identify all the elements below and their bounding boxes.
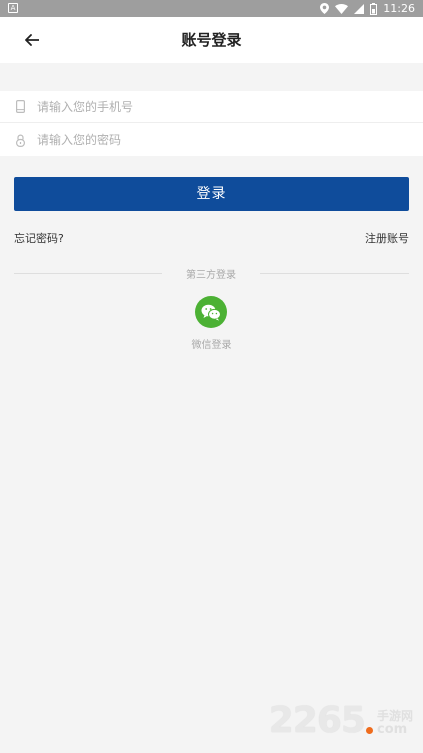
phone-input[interactable] [37, 99, 377, 114]
watermark-side: 手游网 com [377, 710, 413, 737]
forgot-password-link[interactable]: 忘记密码? [14, 230, 64, 246]
divider-right [260, 273, 409, 274]
arrow-left-icon [25, 34, 39, 46]
back-button[interactable] [18, 27, 46, 53]
status-bar: A 11:26 [0, 0, 423, 17]
watermark-com: com [376, 722, 408, 737]
signal-icon [354, 3, 365, 14]
watermark-digits-a: 22 [268, 700, 318, 741]
watermark-dot [365, 727, 373, 734]
lock-icon [14, 133, 26, 147]
third-party-label: 第三方登录 [186, 270, 236, 281]
phone-icon [14, 100, 26, 114]
app-header: 账号登录 [0, 17, 423, 63]
battery-icon [370, 2, 378, 15]
watermark-logo: 22 65 手游网 com [269, 703, 413, 739]
page-title: 账号登录 [181, 31, 242, 49]
password-row [0, 124, 423, 156]
notification-a-icon: A [8, 3, 18, 13]
watermark-digits-b: 65 [316, 700, 366, 741]
login-button[interactable]: 登录 [14, 177, 409, 211]
status-time: 11:26 [383, 2, 415, 15]
login-form [0, 91, 423, 156]
register-link[interactable]: 注册账号 [365, 230, 409, 246]
wifi-icon [335, 3, 349, 14]
wechat-login-label: 微信登录 [191, 340, 232, 351]
wechat-login-button[interactable] [195, 296, 227, 328]
phone-row [0, 91, 423, 123]
status-icons: 11:26 [320, 1, 415, 16]
password-input[interactable] [37, 133, 377, 147]
divider-left [14, 273, 162, 274]
location-icon [320, 3, 330, 14]
wechat-icon [201, 304, 221, 321]
